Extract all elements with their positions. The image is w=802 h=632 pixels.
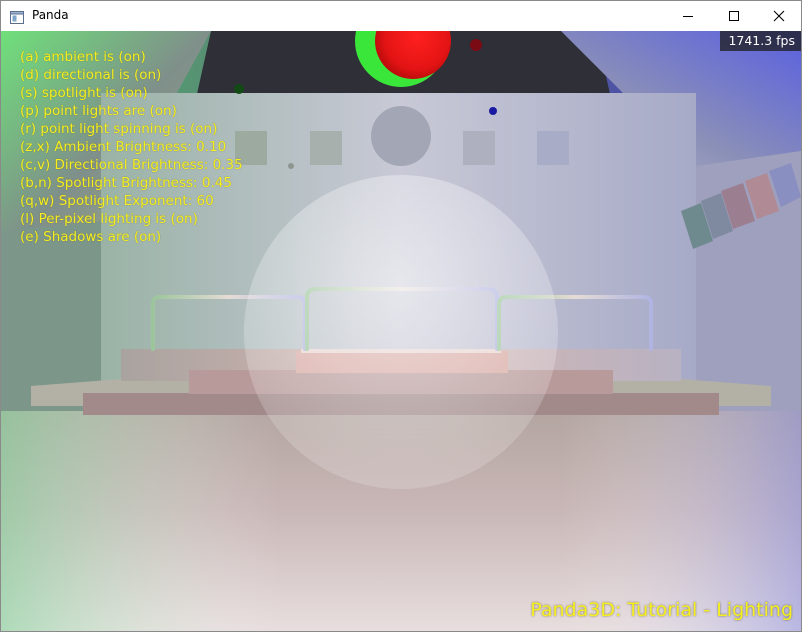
minimize-icon [682,7,694,26]
help-line-spotlight-brightness: (b,n) Spotlight Brightness: 0.45 [20,175,232,191]
help-line-spotlight: (s) spotlight is (on) [20,85,148,101]
maximize-icon [728,7,740,26]
help-line-directional: (d) directional is (on) [20,67,162,83]
help-text-overlay: (a) ambient is (on) (d) directional is (… [20,48,243,246]
help-line-directional-brightness: (c,v) Directional Brightness: 0.35 [20,157,243,173]
maximize-button[interactable] [711,1,757,31]
help-line-shadows: (e) Shadows are (on) [20,229,162,245]
help-line-point-lights: (p) point lights are (on) [20,103,177,119]
help-line-ambient: (a) ambient is (on) [20,49,146,65]
window-title: Panda [32,8,69,22]
window-app-icon [10,9,24,24]
app-window: Panda (a) ambient is (on) (d) directiona… [0,0,802,632]
render-viewport[interactable]: (a) ambient is (on) (d) directional is (… [1,31,801,631]
help-line-spinning: (r) point light spinning is (on) [20,121,218,137]
title-bar[interactable]: Panda [1,1,801,31]
tutorial-caption: Panda3D: Tutorial - Lighting [530,599,793,621]
close-icon [773,7,785,26]
help-line-ambient-brightness: (z,x) Ambient Brightness: 0.10 [20,139,227,155]
fps-counter: 1741.3 fps [720,31,801,51]
minimize-button[interactable] [665,1,711,31]
help-line-spotlight-exponent: (q,w) Spotlight Exponent: 60 [20,193,214,209]
close-button[interactable] [756,1,802,31]
help-line-per-pixel: (l) Per-pixel lighting is (on) [20,211,198,227]
